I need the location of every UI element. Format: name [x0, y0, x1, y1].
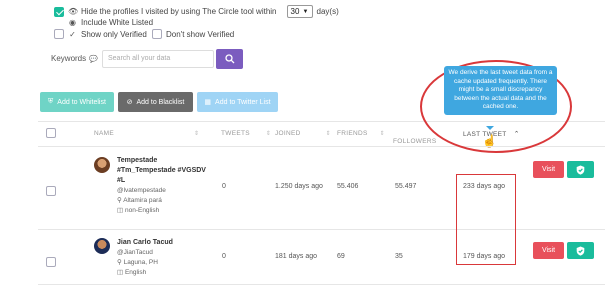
whitelist-user-button[interactable] [567, 242, 594, 259]
whitelist-user-button[interactable] [567, 161, 594, 178]
profile-name[interactable]: Tempestade [117, 156, 206, 166]
select-all-checkbox[interactable] [46, 128, 56, 138]
show-only-verified-filter: ✓ Show only Verified [54, 29, 147, 39]
row-checkbox[interactable] [46, 186, 56, 196]
comment-icon: 💬 [89, 55, 98, 63]
language-icon: ◫ [117, 269, 124, 276]
row-checkbox[interactable] [46, 257, 56, 267]
friends-cell: 69 [337, 253, 345, 260]
column-name-label: NAME [94, 130, 114, 137]
shield-icon: ⛨ [48, 98, 54, 105]
language-icon: ◫ [117, 207, 124, 214]
profile-name[interactable]: Jian Carlo Tacud [117, 238, 173, 248]
tweets-cell: 0 [222, 253, 226, 260]
map-pin-icon: ⚲ [117, 197, 122, 204]
shield-check-icon [576, 165, 585, 175]
joined-cell: 181 days ago [275, 253, 318, 260]
profile-location: ⚲ Altamira pará [117, 196, 206, 206]
tooltip-arrow [486, 126, 494, 130]
hide-visited-filter: 👁 Hide the profiles I visited by using T… [54, 5, 339, 18]
ban-icon: ⊘ [126, 99, 133, 106]
followers-cell: 55.497 [395, 183, 417, 190]
days-select[interactable]: 30 ▼ [286, 5, 313, 18]
column-header-name[interactable]: NAME ⇕ [94, 130, 199, 137]
days-select-value: 30 [290, 7, 300, 16]
avatar [94, 238, 110, 254]
column-followers-label: FOLLOWERS [393, 138, 437, 145]
keywords-label: Keywords [51, 54, 87, 63]
chevron-down-icon: ▼ [302, 8, 309, 15]
column-joined-label: JOINED [275, 130, 301, 137]
include-white-listed-label: Include White Listed [81, 18, 154, 27]
profile-language: ◫ non-English [117, 206, 206, 216]
avatar [94, 157, 110, 173]
add-to-twitter-list-label: Add to Twitter List [215, 98, 271, 106]
friends-cell: 55.406 [337, 183, 359, 190]
search-button[interactable] [216, 49, 243, 69]
hide-visited-checkbox[interactable] [54, 6, 64, 17]
sort-icon: ⇕ [193, 131, 200, 137]
profile-location: ⚲ Laguna, PH [117, 258, 173, 268]
add-to-twitter-list-button[interactable]: ▦ Add to Twitter List [197, 92, 278, 112]
show-only-verified-label: Show only Verified [81, 29, 147, 39]
profile-name-hashtags: #Tm_Tempestade #VGSDV [117, 167, 206, 174]
add-to-whitelist-label: Add to Whitelist [57, 98, 106, 106]
profile-language: ◫ English [117, 268, 173, 278]
add-to-blacklist-label: Add to Blacklist [136, 98, 185, 106]
language-text: non-English [124, 207, 160, 214]
profile-info: Jian Carlo Tacud @JianTacud ⚲ Laguna, PH… [117, 238, 173, 278]
column-header-joined[interactable]: JOINED ⇕ [275, 130, 331, 137]
joined-cell: 1.250 days ago [275, 183, 323, 190]
visit-button[interactable]: Visit [533, 161, 564, 178]
profile-name-hashtags-cont: #L [117, 177, 126, 184]
hide-visited-label: Hide the profiles I visited by using The… [81, 7, 277, 16]
sort-icon: ⇕ [325, 131, 331, 137]
eye-slash-icon: 👁 [68, 7, 79, 16]
map-pin-icon: ⚲ [117, 259, 122, 266]
search-input[interactable]: Search all your data [102, 50, 214, 68]
location-text: Altamira pará [123, 197, 162, 204]
language-text: English [124, 269, 147, 276]
tweets-cell: 0 [222, 183, 226, 190]
list-icon: ▦ [204, 99, 212, 106]
search-icon [224, 54, 234, 64]
sort-icon: ⇕ [265, 131, 271, 137]
dont-show-verified-label: Don't show Verified [166, 29, 235, 39]
verified-icon: ✓ [69, 29, 76, 39]
visit-button[interactable]: Visit [533, 242, 564, 259]
last-tweet-highlight-box [456, 174, 516, 265]
column-header-tweets[interactable]: TWEETS ⇕ [221, 130, 271, 137]
row-divider [38, 284, 605, 285]
add-to-blacklist-button[interactable]: ⊘ Add to Blacklist [118, 92, 193, 112]
keywords-label-group: Keywords 💬 [51, 54, 98, 63]
shield-check-icon: ◉ [69, 18, 76, 27]
column-header-friends[interactable]: FRIENDS ⇕ [337, 130, 385, 137]
followers-cell: 35 [395, 253, 403, 260]
dont-show-verified-checkbox[interactable] [152, 29, 162, 39]
show-only-verified-checkbox[interactable] [54, 29, 64, 39]
days-unit-label: day(s) [316, 7, 339, 16]
shield-check-icon [576, 246, 585, 256]
profile-handle: @lvatempestade [117, 187, 166, 194]
location-text: Laguna, PH [123, 259, 158, 266]
column-tweets-label: TWEETS [221, 130, 250, 137]
column-friends-label: FRIENDS [337, 130, 368, 137]
last-tweet-tooltip: We derive the last tweet data from a cac… [444, 66, 557, 115]
add-to-whitelist-button[interactable]: ⛨ Add to Whitelist [40, 92, 114, 112]
include-white-listed-filter[interactable]: ◉ Include White Listed [68, 18, 153, 27]
sort-icon: ⇕ [379, 131, 385, 137]
profile-info: Tempestade #Tm_Tempestade #VGSDV #L @lva… [117, 156, 206, 216]
profile-handle: @JianTacud [117, 249, 153, 256]
dont-show-verified-filter: Don't show Verified [152, 29, 234, 39]
